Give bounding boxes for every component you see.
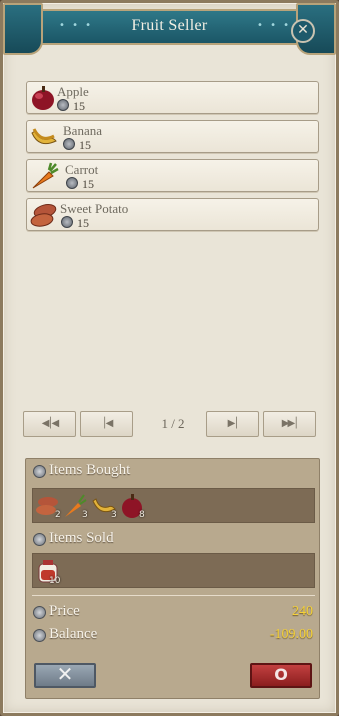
item-price: 15 — [79, 138, 91, 152]
slot-count: 10 — [49, 576, 61, 586]
balance-label: Balance — [49, 626, 98, 642]
coin-icon — [33, 606, 46, 619]
item-name: Carrot — [65, 162, 99, 177]
price-label: Price — [49, 603, 80, 619]
bought-slot[interactable]: 3 — [91, 491, 117, 521]
items-bought-row: 2 3 3 8 — [32, 488, 315, 523]
coin-icon — [57, 99, 69, 111]
coin-icon — [33, 629, 46, 642]
slot-count: 8 — [139, 510, 145, 520]
item-price: 15 — [77, 216, 89, 230]
previous-page-icon: │◀ — [101, 418, 114, 429]
coin-icon — [66, 177, 78, 189]
close-icon: ✕ — [297, 22, 309, 38]
previous-page-button[interactable]: │◀ — [80, 411, 133, 437]
coin-icon — [63, 138, 75, 150]
window-title: Fruit Seller — [131, 17, 208, 34]
sweet-potato-icon — [30, 204, 57, 227]
items-sold-label: Items Sold — [49, 530, 114, 546]
carrot-icon — [32, 162, 59, 189]
last-page-icon: ▶▶│ — [281, 418, 299, 429]
shop-item-apple[interactable]: Apple 15 — [26, 81, 319, 114]
first-page-button[interactable]: ◀│◀ — [23, 411, 76, 437]
next-page-button[interactable]: ▶│ — [206, 411, 259, 437]
coin-icon — [33, 465, 46, 478]
item-name: Banana — [63, 123, 102, 138]
slot-count: 3 — [82, 510, 88, 520]
item-price: 15 — [73, 99, 85, 113]
bought-slot[interactable]: 8 — [119, 491, 145, 521]
slot-count: 2 — [55, 510, 61, 520]
close-button[interactable]: ✕ — [291, 19, 315, 43]
shop-item-sweet-potato[interactable]: Sweet Potato 15 — [26, 198, 319, 231]
confirm-icon: O — [274, 665, 288, 684]
bought-slot[interactable]: 3 — [62, 491, 88, 521]
item-price: 15 — [82, 177, 94, 191]
confirm-button[interactable]: O — [250, 663, 312, 688]
coin-icon — [33, 533, 46, 546]
summary-divider — [32, 595, 315, 596]
item-name: Apple — [57, 84, 89, 99]
cancel-button[interactable]: ✕ — [34, 663, 96, 688]
coin-icon — [61, 216, 73, 228]
cancel-icon: ✕ — [56, 662, 74, 686]
items-sold-row: 10 — [32, 553, 315, 588]
fruit-seller-window: • • • • • • Fruit Seller ✕ Apple 15 Bana… — [0, 0, 339, 716]
trade-summary: Items Bought 2 3 3 8 Items Sold 10 Price… — [25, 458, 320, 699]
shop-item-banana[interactable]: Banana 15 — [26, 120, 319, 153]
item-name: Sweet Potato — [60, 201, 129, 216]
banana-icon — [31, 128, 57, 145]
slot-count: 3 — [111, 510, 117, 520]
next-page-icon: ▶│ — [227, 418, 240, 429]
page-indicator: 1 / 2 — [161, 416, 185, 431]
apple-icon — [32, 86, 54, 110]
balance-value: -109.00 — [269, 627, 313, 642]
bought-slot[interactable]: 2 — [35, 491, 61, 521]
first-page-icon: ◀│◀ — [41, 418, 59, 429]
items-bought-label: Items Bought — [49, 462, 131, 478]
shop-item-carrot[interactable]: Carrot 15 — [26, 159, 319, 192]
sold-slot[interactable]: 10 — [35, 556, 61, 586]
price-value: 240 — [292, 604, 313, 619]
last-page-button[interactable]: ▶▶│ — [263, 411, 316, 437]
